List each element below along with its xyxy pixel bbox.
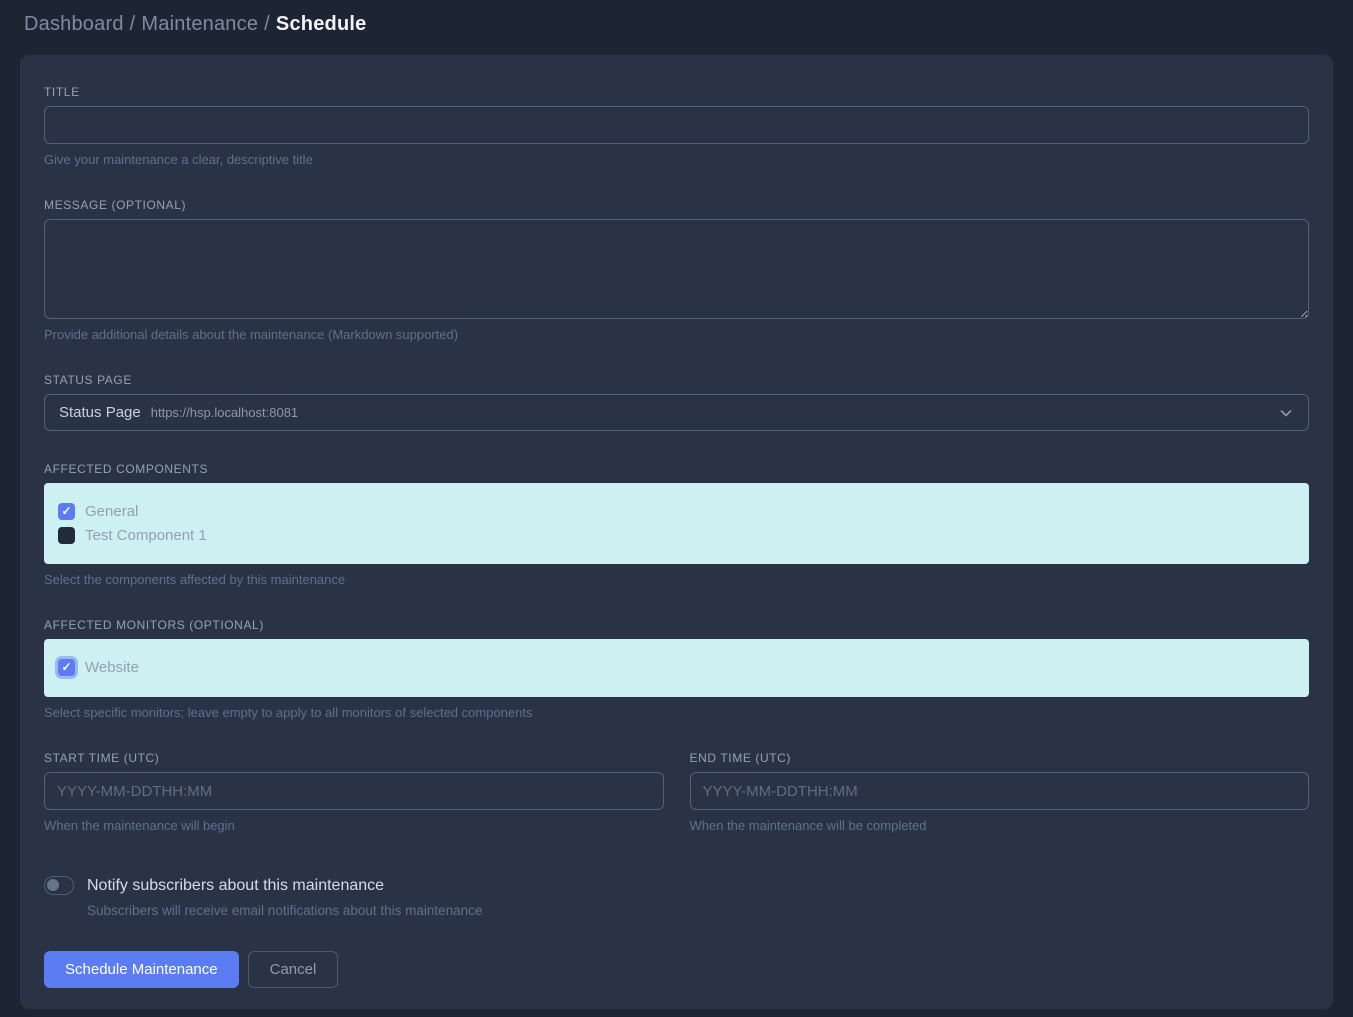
end-time-helper-text: When the maintenance will be completed — [690, 818, 1310, 833]
monitor-option-website[interactable]: ✓ Website — [58, 655, 1295, 679]
schedule-maintenance-form-card: TITLE Give your maintenance a clear, des… — [20, 55, 1333, 1009]
message-label: MESSAGE (OPTIONAL) — [44, 198, 1309, 212]
start-time-label: START TIME (UTC) — [44, 751, 664, 765]
affected-components-label: AFFECTED COMPONENTS — [44, 462, 1309, 476]
start-time-input[interactable] — [44, 772, 664, 810]
time-fields-row: START TIME (UTC) When the maintenance wi… — [44, 751, 1309, 833]
end-time-label: END TIME (UTC) — [690, 751, 1310, 765]
top-bar: Dashboard/Maintenance/Schedule — [0, 0, 1353, 46]
start-time-field-group: START TIME (UTC) When the maintenance wi… — [44, 751, 664, 833]
chevron-down-icon — [1278, 405, 1294, 421]
breadcrumb-separator: / — [258, 13, 276, 35]
message-helper-text: Provide additional details about the mai… — [44, 327, 1309, 342]
status-page-selected-url: https://hsp.localhost:8081 — [151, 405, 298, 420]
message-field-group: MESSAGE (OPTIONAL) Provide additional de… — [44, 198, 1309, 342]
breadcrumb-separator: / — [124, 13, 142, 35]
monitor-option-label: Website — [85, 659, 139, 676]
affected-monitors-group: AFFECTED MONITORS (OPTIONAL) ✓ Website S… — [44, 618, 1309, 720]
title-helper-text: Give your maintenance a clear, descripti… — [44, 152, 1309, 167]
status-page-label: STATUS PAGE — [44, 373, 1309, 387]
end-time-input[interactable] — [690, 772, 1310, 810]
component-option-label: Test Component 1 — [85, 527, 207, 544]
affected-components-helper-text: Select the components affected by this m… — [44, 572, 1309, 587]
check-icon: ✓ — [61, 661, 71, 673]
message-textarea[interactable] — [44, 219, 1309, 319]
notify-subscribers-toggle[interactable] — [44, 876, 74, 895]
notify-subscribers-group: Notify subscribers about this maintenanc… — [44, 876, 1309, 918]
checkbox-test-component-1[interactable]: ✓ — [58, 527, 75, 544]
status-page-select[interactable]: Status Page https://hsp.localhost:8081 — [44, 394, 1309, 431]
schedule-maintenance-button[interactable]: Schedule Maintenance — [44, 951, 239, 988]
form-actions: Schedule Maintenance Cancel — [44, 951, 1309, 988]
title-field-group: TITLE Give your maintenance a clear, des… — [44, 85, 1309, 167]
title-label: TITLE — [44, 85, 1309, 99]
cancel-button[interactable]: Cancel — [248, 951, 339, 988]
start-time-helper-text: When the maintenance will begin — [44, 818, 664, 833]
checkbox-general[interactable]: ✓ — [58, 503, 75, 520]
end-time-field-group: END TIME (UTC) When the maintenance will… — [690, 751, 1310, 833]
affected-monitors-label: AFFECTED MONITORS (OPTIONAL) — [44, 618, 1309, 632]
affected-components-panel: ✓ General ✓ Test Component 1 — [44, 483, 1309, 564]
component-option-label: General — [85, 503, 138, 520]
notify-subscribers-label: Notify subscribers about this maintenanc… — [87, 877, 384, 895]
component-option-general[interactable]: ✓ General — [58, 499, 1295, 523]
component-option-test-component-1[interactable]: ✓ Test Component 1 — [58, 523, 1295, 547]
affected-monitors-panel: ✓ Website — [44, 639, 1309, 697]
check-icon: ✓ — [61, 505, 71, 517]
notify-subscribers-row: Notify subscribers about this maintenanc… — [44, 876, 1309, 895]
status-page-field-group: STATUS PAGE Status Page https://hsp.loca… — [44, 373, 1309, 431]
title-input[interactable] — [44, 106, 1309, 144]
affected-monitors-helper-text: Select specific monitors; leave empty to… — [44, 705, 1309, 720]
affected-components-group: AFFECTED COMPONENTS ✓ General ✓ Test Com… — [44, 462, 1309, 587]
breadcrumb: Dashboard/Maintenance/Schedule — [24, 13, 1329, 36]
breadcrumb-current-schedule: Schedule — [276, 13, 367, 35]
breadcrumb-maintenance[interactable]: Maintenance — [141, 13, 258, 35]
checkbox-website[interactable]: ✓ — [58, 659, 75, 676]
notify-subscribers-helper-text: Subscribers will receive email notificat… — [87, 903, 1309, 918]
toggle-knob — [47, 879, 59, 891]
breadcrumb-dashboard[interactable]: Dashboard — [24, 13, 124, 35]
status-page-selected-name: Status Page — [59, 404, 141, 421]
